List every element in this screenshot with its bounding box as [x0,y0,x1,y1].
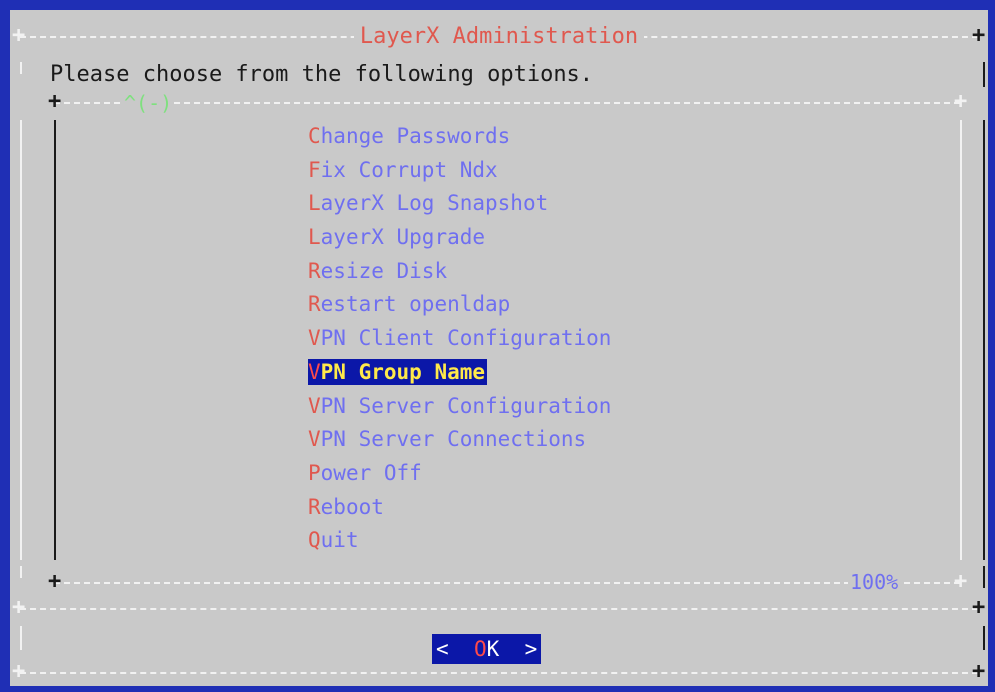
button-row-separator [20,608,978,610]
ok-button[interactable]: < OK > [432,634,542,664]
menu-corner: + [48,569,62,594]
menu-item-hotkey: R [308,258,321,283]
menu-item[interactable]: LayerX Upgrade [308,221,613,255]
menu-outer-right-border [983,120,985,560]
menu-corner: + [48,89,62,114]
menu-item[interactable]: Restart openldap [308,288,613,322]
menu-item-label: hange Passwords [320,124,511,148]
menu-item[interactable]: Fix Corrupt Ndx [308,154,613,188]
ok-button-label: K [486,637,500,661]
menu-item-selected-highlight: VPN Group Name [308,358,488,385]
dialog-left-border [20,566,22,578]
ok-button-right-bracket: > [524,637,538,661]
menu-outer-left-border [20,120,22,560]
menu-item-text: VPN Server Configuration [308,393,613,419]
menu-item-text: VPN Client Configuration [308,325,613,351]
menu-item-text: Power Off [308,460,424,486]
menu-item[interactable]: Reboot [308,491,613,525]
menu-list: Change Passwords Fix Corrupt Ndx LayerX Lo… [308,120,613,558]
menu-item-label: ower Off [320,460,422,485]
menu-item-hotkey: F [308,157,321,182]
menu-item[interactable]: Resize Disk [308,255,613,289]
menu-item-label: PN Server Connections [320,427,587,452]
menu-item-label: ayerX Log Snapshot [320,191,549,216]
menu-item-label: ix Corrupt Ndx [320,157,498,182]
menu-item-hotkey: V [308,326,321,351]
dialog-bottom-border [20,672,978,674]
menu-item-label: PN Group Name [320,359,486,384]
menu-item-text: LayerX Upgrade [308,224,487,250]
menu-item-hotkey: V [308,359,321,384]
dialog-left-border [20,62,22,74]
menu-inner-left-border [54,120,56,560]
menu-item-hotkey: Q [308,528,321,553]
menu-corner: + [954,89,968,114]
dialog-right-border [983,566,985,588]
menu-item-label: ayerX Upgrade [320,225,486,250]
menu-item-text: LayerX Log Snapshot [308,190,550,216]
menu-item-label: esize Disk [320,258,448,283]
scroll-percent: 100% [848,570,901,594]
menu-top-border [54,102,960,104]
menu-item-text: Fix Corrupt Ndx [308,157,500,183]
menu-item-label: PN Server Configuration [320,393,612,418]
menu-item[interactable]: VPN Client Configuration [308,322,613,356]
menu-item-text: VPN Server Connections [308,426,588,452]
menu-item-text: Reboot [308,494,386,520]
ok-button-hotkey: O [473,637,487,661]
menu-item-hotkey: R [308,292,321,317]
menu-item-hotkey: V [308,393,321,418]
menu-inner-right-border [960,120,962,560]
ok-button-left-bracket: < [436,637,449,661]
dialog-corner: + [12,659,26,684]
menu-item-hotkey: V [308,427,321,452]
menu-item-label: PN Client Configuration [320,326,612,351]
scroll-up-indicator: ^(-) [122,91,175,115]
menu-item-text: Quit [308,527,361,553]
dialog-title-row: LayerX Administration [10,25,988,49]
dialog-left-border [20,626,22,650]
menu-item-hotkey: R [308,494,321,519]
menu-item-label: eboot [320,494,384,519]
menu-item[interactable]: Change Passwords [308,120,613,154]
menu-item[interactable]: Quit [308,524,613,558]
dialog-right-border [983,626,985,650]
menu-item-text: Change Passwords [308,123,512,149]
menu-item-hotkey: L [308,225,321,250]
menu-item-hotkey: P [308,460,321,485]
dialog-title: LayerX Administration [353,25,645,49]
dialog-corner: + [972,659,986,684]
menu-item-text: Resize Disk [308,258,449,284]
separator-corner: + [972,595,986,620]
menu-item[interactable]: Power Off [308,457,613,491]
dialog-prompt: Please choose from the following options… [50,62,594,87]
menu-item[interactable]: VPN Group Name [308,356,613,390]
separator-corner: + [12,595,26,620]
dialog-right-border [983,62,985,87]
menu-bottom-border [54,582,960,584]
menu-item[interactable]: LayerX Log Snapshot [308,187,613,221]
menu-item[interactable]: VPN Server Connections [308,423,613,457]
menu-item-label: estart openldap [320,292,511,317]
menu-item-text: Restart openldap [308,291,512,317]
menu-corner: + [954,569,968,594]
menu-item-hotkey: L [308,191,321,216]
menu-item[interactable]: VPN Server Configuration [308,390,613,424]
dialog-window: + + LayerX Administration Please choose … [10,10,988,686]
menu-item-hotkey: C [308,124,321,148]
menu-item-label: uit [320,528,359,553]
